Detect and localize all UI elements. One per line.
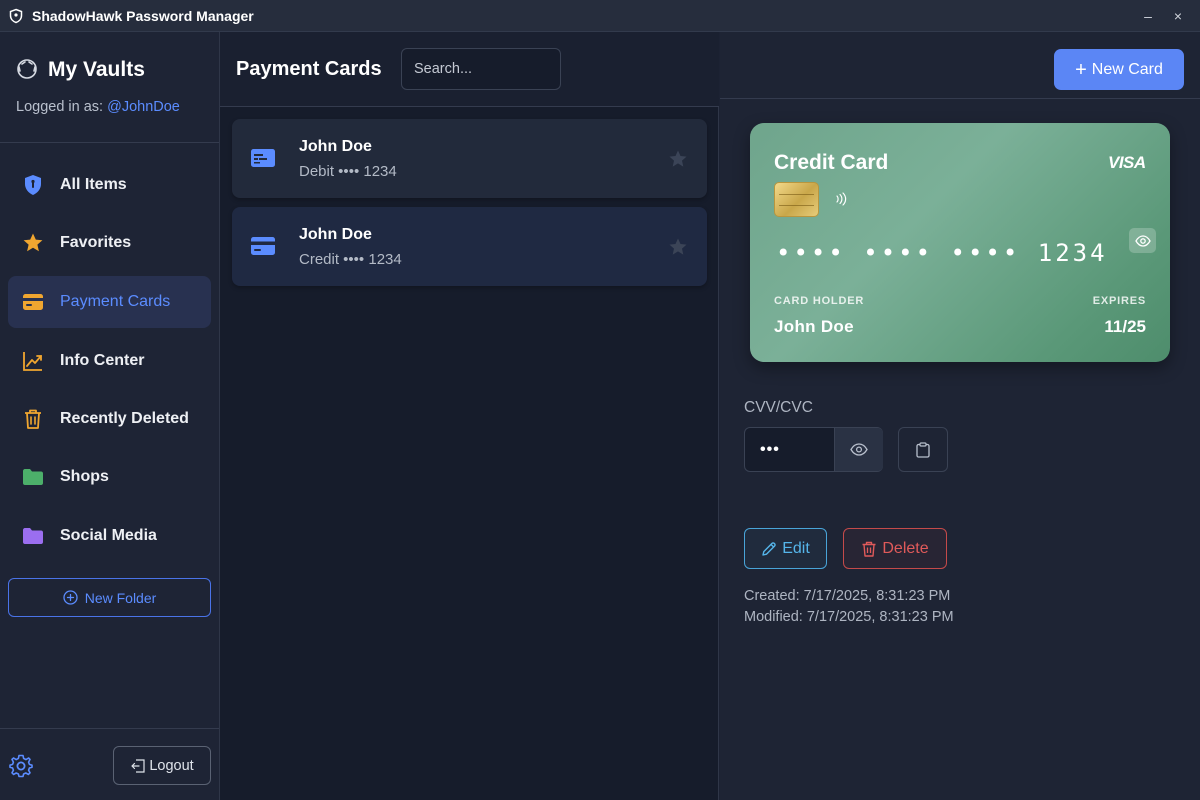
card-holder-name: John Doe: [299, 226, 372, 244]
clipboard-icon[interactable]: [898, 427, 948, 472]
credit-card-icon: [251, 236, 275, 256]
plus-circle-icon: [63, 590, 78, 605]
card-holder-value: John Doe: [774, 317, 854, 337]
logged-in-label: Logged in as: @JohnDoe: [16, 99, 180, 115]
credit-card-icon: [22, 291, 44, 313]
sidebar-item-social-media[interactable]: Social Media: [8, 510, 211, 562]
card-type-label: Credit Card: [774, 151, 888, 175]
debit-card-icon: [251, 148, 275, 168]
logout-label: Logout: [149, 758, 193, 774]
detail-toolbar: + New Card: [720, 32, 1200, 99]
list-header: Payment Cards: [220, 32, 719, 107]
list-item[interactable]: John Doe Debit •••• 1234: [232, 119, 707, 198]
delete-button[interactable]: Delete: [843, 528, 947, 569]
search-input[interactable]: [401, 48, 561, 90]
sidebar-item-recently-deleted[interactable]: Recently Deleted: [8, 393, 211, 445]
logout-icon: [130, 759, 146, 773]
trend-chart-icon: [22, 350, 44, 372]
edit-label: Edit: [782, 540, 810, 558]
username-link[interactable]: @JohnDoe: [107, 99, 180, 115]
sidebar-item-favorites[interactable]: Favorites: [8, 217, 211, 269]
card-subtitle: Debit •••• 1234: [299, 163, 397, 180]
gear-icon[interactable]: [8, 753, 34, 779]
vault-icon: [16, 58, 38, 80]
sidebar-item-label: Payment Cards: [60, 293, 170, 311]
card-subtitle: Credit •••• 1234: [299, 251, 402, 268]
star-icon: [22, 232, 44, 254]
trash-icon: [22, 408, 44, 430]
sidebar-item-payment-cards[interactable]: Payment Cards: [8, 276, 211, 328]
chip-icon: [774, 182, 819, 217]
minimize-button[interactable]: –: [1132, 0, 1164, 32]
sidebar-item-label: Shops: [60, 468, 109, 486]
sidebar-item-all-items[interactable]: All Items: [8, 159, 211, 211]
vault-header: My Vaults Logged in as: @JohnDoe: [0, 32, 219, 143]
sidebar-item-label: Favorites: [60, 234, 131, 252]
cvv-field[interactable]: •••: [744, 427, 883, 472]
eye-icon[interactable]: [1129, 228, 1156, 253]
sidebar-item-label: All Items: [60, 176, 127, 194]
logout-button[interactable]: Logout: [113, 746, 211, 785]
created-timestamp: Created: 7/17/2025, 8:31:23 PM: [744, 588, 950, 604]
expiry-value: 11/25: [1104, 317, 1146, 337]
expires-label: EXPIRES: [1093, 295, 1146, 307]
cvv-label: CVV/CVC: [744, 399, 813, 417]
logged-in-prefix: Logged in as:: [16, 99, 107, 115]
delete-label: Delete: [882, 540, 928, 558]
card-holder-label: CARD HOLDER: [774, 295, 864, 307]
shield-logo-icon: [8, 8, 24, 24]
star-icon[interactable]: [668, 237, 688, 257]
card-brand-logo: VISA: [1108, 153, 1146, 173]
plus-icon: +: [1075, 60, 1087, 80]
sidebar-item-info-center[interactable]: Info Center: [8, 335, 211, 387]
trash-icon: [861, 541, 877, 557]
folder-icon: [22, 525, 44, 547]
star-icon[interactable]: [668, 149, 688, 169]
new-card-label: New Card: [1092, 61, 1163, 79]
sidebar-footer: Logout: [0, 728, 219, 800]
new-card-button[interactable]: + New Card: [1054, 49, 1184, 90]
vault-title: My Vaults: [48, 58, 145, 82]
card-number: •••• •••• •••• 1234: [776, 239, 1108, 267]
card-detail-panel: + New Card Credit Card VISA •••• •••• ••…: [720, 32, 1200, 800]
title-bar: ShadowHawk Password Manager – ×: [0, 0, 1200, 32]
close-button[interactable]: ×: [1162, 0, 1194, 32]
sidebar-item-label: Social Media: [60, 527, 157, 545]
contactless-icon: [834, 191, 848, 207]
sidebar-item-shops[interactable]: Shops: [8, 451, 211, 503]
eye-icon[interactable]: [834, 428, 883, 471]
credit-card-preview: Credit Card VISA •••• •••• •••• 1234 CAR…: [750, 123, 1170, 362]
new-folder-button[interactable]: New Folder: [8, 578, 211, 617]
new-folder-label: New Folder: [85, 590, 157, 606]
edit-button[interactable]: Edit: [744, 528, 827, 569]
sidebar-item-label: Info Center: [60, 352, 144, 370]
list-item[interactable]: John Doe Credit •••• 1234: [232, 207, 707, 286]
sidebar: My Vaults Logged in as: @JohnDoe All Ite…: [0, 32, 220, 800]
window-title: ShadowHawk Password Manager: [32, 8, 254, 24]
modified-timestamp: Modified: 7/17/2025, 8:31:23 PM: [744, 609, 954, 625]
shield-icon: [22, 174, 44, 196]
pencil-icon: [761, 541, 777, 557]
sidebar-item-label: Recently Deleted: [60, 410, 189, 428]
page-title: Payment Cards: [236, 58, 382, 81]
cvv-value: •••: [760, 441, 780, 459]
card-holder-name: John Doe: [299, 138, 372, 156]
folder-icon: [22, 466, 44, 488]
card-list-panel: Payment Cards John Doe Debit •••• 1234 J…: [220, 32, 719, 800]
